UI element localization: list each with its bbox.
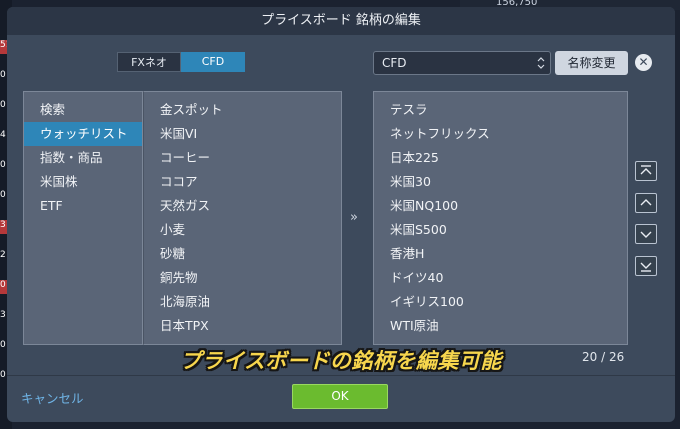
source-symbol-item[interactable]: 銅先物 (144, 266, 341, 290)
destination-symbol-item[interactable]: 香港H (374, 242, 627, 266)
destination-symbol-item[interactable]: ネットフリックス (374, 122, 627, 146)
destination-symbol-item[interactable]: テスラ (374, 98, 627, 122)
footer-divider (7, 375, 675, 376)
dialog-title: プライスボード 銘柄の編集 (7, 7, 675, 35)
item-counter: 20 / 26 (582, 350, 625, 364)
destination-symbol-item[interactable]: 米国30 (374, 170, 627, 194)
destination-select[interactable]: CFD (373, 51, 551, 75)
tab-cfd[interactable]: CFD (181, 52, 245, 72)
source-symbol-item[interactable]: 天然ガス (144, 194, 341, 218)
source-symbol-item[interactable]: 小麦 (144, 218, 341, 242)
destination-select-value: CFD (382, 56, 407, 70)
move-bottom-icon[interactable] (635, 256, 657, 276)
category-item[interactable]: 検索 (24, 98, 142, 122)
category-item[interactable]: ウォッチリスト (24, 122, 142, 146)
caption-overlay: プライスボードの銘柄を編集可能 (180, 349, 502, 373)
category-item[interactable]: 指数・商品 (24, 146, 142, 170)
destination-symbol-item[interactable]: 日本225 (374, 146, 627, 170)
tab-fx-neo[interactable]: FXネオ (117, 52, 181, 72)
ok-button[interactable]: OK (292, 384, 388, 409)
close-icon[interactable]: ✕ (635, 54, 652, 71)
updown-chevron-icon (537, 52, 545, 83)
category-list: 検索 ウォッチリスト 指数・商品 米国株 ETF (23, 91, 143, 345)
destination-symbol-item[interactable]: 米国S500 (374, 218, 627, 242)
move-top-icon[interactable] (635, 161, 657, 181)
move-down-icon[interactable] (635, 224, 657, 244)
source-symbol-item[interactable]: 砂糖 (144, 242, 341, 266)
source-symbol-item[interactable]: 北海原油 (144, 290, 341, 314)
source-symbol-list: 金スポット 米国VI コーヒー ココア 天然ガス 小麦 砂糖 銅先物 北海原油 日本TPX (143, 91, 342, 345)
source-symbol-item[interactable]: 日本TPX (144, 314, 341, 338)
destination-symbol-item[interactable]: 米国NQ100 (374, 194, 627, 218)
category-item[interactable]: ETF (24, 194, 142, 218)
product-tabs: FXネオ CFD (117, 52, 245, 72)
destination-symbol-item[interactable]: WTI原油 (374, 314, 627, 338)
category-item[interactable]: 米国株 (24, 170, 142, 194)
cancel-link[interactable]: キャンセル (21, 388, 84, 407)
source-symbol-item[interactable]: 金スポット (144, 98, 341, 122)
move-up-icon[interactable] (635, 193, 657, 213)
rename-button[interactable]: 名称変更 (555, 51, 628, 75)
source-symbol-item[interactable]: 米国VI (144, 122, 341, 146)
edit-symbols-dialog: プライスボード 銘柄の編集 FXネオ CFD CFD 名称変更 ✕ 検索 ウォッチ… (7, 7, 675, 422)
source-symbol-item[interactable]: コーヒー (144, 146, 341, 170)
source-symbol-item[interactable]: ココア (144, 170, 341, 194)
destination-symbol-item[interactable]: イギリス100 (374, 290, 627, 314)
destination-symbol-item[interactable]: ドイツ40 (374, 266, 627, 290)
destination-symbol-list: テスラ ネットフリックス 日本225 米国30 米国NQ100 米国S500 香港H ドイツ4… (373, 91, 628, 345)
add-to-list-icon[interactable]: » (350, 210, 358, 225)
